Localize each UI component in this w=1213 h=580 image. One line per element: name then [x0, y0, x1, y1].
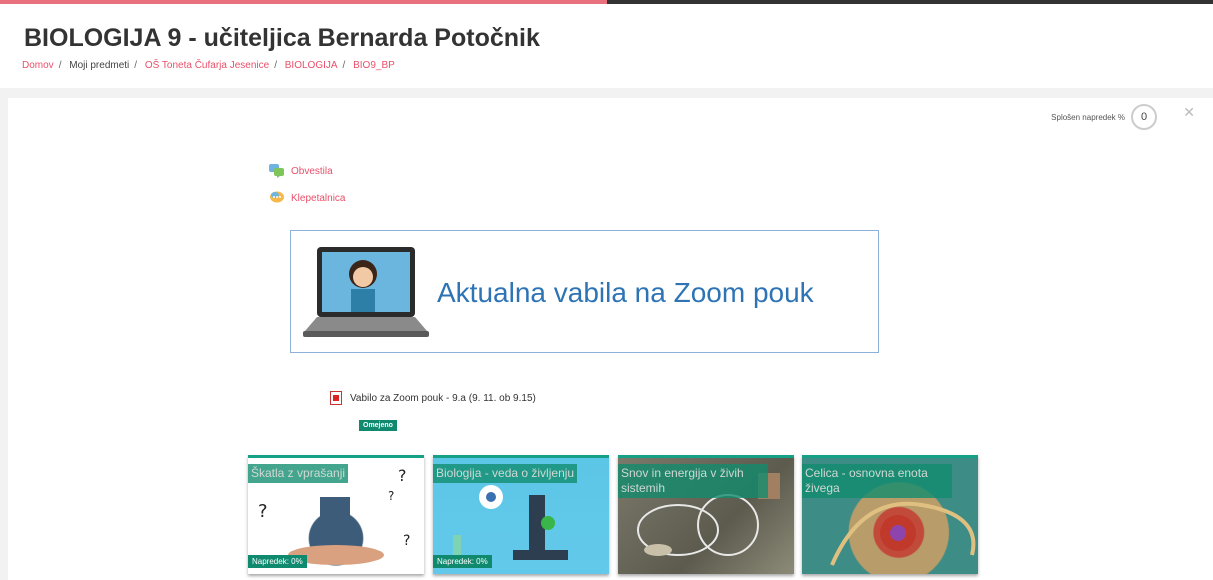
activity-label: Klepetalnica [291, 192, 346, 204]
banner-text: Aktualna vabila na Zoom pouk [437, 277, 814, 308]
section-tile-biologija[interactable]: Biologija - veda o življenju Napredek: 0… [433, 455, 609, 574]
activity-label: Obvestila [291, 165, 333, 177]
tile-title: Škatla z vprašanji [248, 464, 349, 483]
chat-icon [269, 191, 285, 205]
laptop-avatar-icon [303, 247, 429, 337]
breadcrumb: Domov / Moji predmeti / OŠ Toneta Čufarja … [22, 60, 395, 71]
activity-klepetalnica[interactable]: Klepetalnica [269, 191, 345, 205]
pdf-icon [330, 391, 342, 405]
file-label: Vabilo za Zoom pouk - 9.a (9. 11. ob 9.1… [350, 392, 536, 404]
tile-title: Biologija - veda o življenju [433, 464, 578, 483]
breadcrumb-category[interactable]: BIOLOGIJA [285, 60, 338, 71]
forum-icon [269, 164, 285, 178]
tile-progress: Napredek: 0% [433, 555, 492, 568]
file-zoom-invitation[interactable]: Vabilo za Zoom pouk - 9.a (9. 11. ob 9.1… [330, 391, 536, 405]
tile-title: Celica - osnovna enota živega [802, 464, 952, 498]
svg-text:?: ? [398, 466, 407, 485]
breadcrumb-my-courses[interactable]: Moji predmeti [69, 60, 129, 71]
breadcrumb-course[interactable]: BIO9_BP [353, 60, 395, 71]
svg-text:?: ? [403, 533, 410, 549]
tile-title: Snov in energija v živih sistemih [618, 464, 768, 498]
zoom-banner[interactable]: Aktualna vabila na Zoom pouk [290, 230, 879, 353]
page-title: BIOLOGIJA 9 - učiteljica Bernarda Potočn… [24, 24, 540, 52]
page-header: BIOLOGIJA 9 - učiteljica Bernarda Potočn… [0, 4, 1213, 88]
section-tile-snov[interactable]: Snov in energija v živih sistemih [618, 455, 794, 574]
overall-progress-ring: 0 [1131, 104, 1157, 130]
svg-text:?: ? [388, 489, 394, 503]
close-icon[interactable]: ✕ [1183, 104, 1195, 121]
breadcrumb-home[interactable]: Domov [22, 60, 54, 71]
overall-progress-label: Splošen napredek % [1051, 112, 1125, 122]
section-tile-skatla[interactable]: ? ? ? ? Škatla z vprašanji Napredek: 0% [248, 455, 424, 574]
course-content: Splošen napredek % 0 ✕ Obvestila Klepeta… [8, 98, 1213, 580]
activity-obvestila[interactable]: Obvestila [269, 164, 333, 178]
tile-progress: Napredek: 0% [248, 555, 307, 568]
section-tile-celica[interactable]: Celica - osnovna enota živega [802, 455, 978, 574]
svg-text:?: ? [258, 501, 268, 522]
overall-progress: Splošen napredek % 0 [1051, 104, 1157, 130]
restricted-badge: Omejeno [359, 420, 397, 431]
breadcrumb-school[interactable]: OŠ Toneta Čufarja Jesenice [145, 60, 269, 71]
